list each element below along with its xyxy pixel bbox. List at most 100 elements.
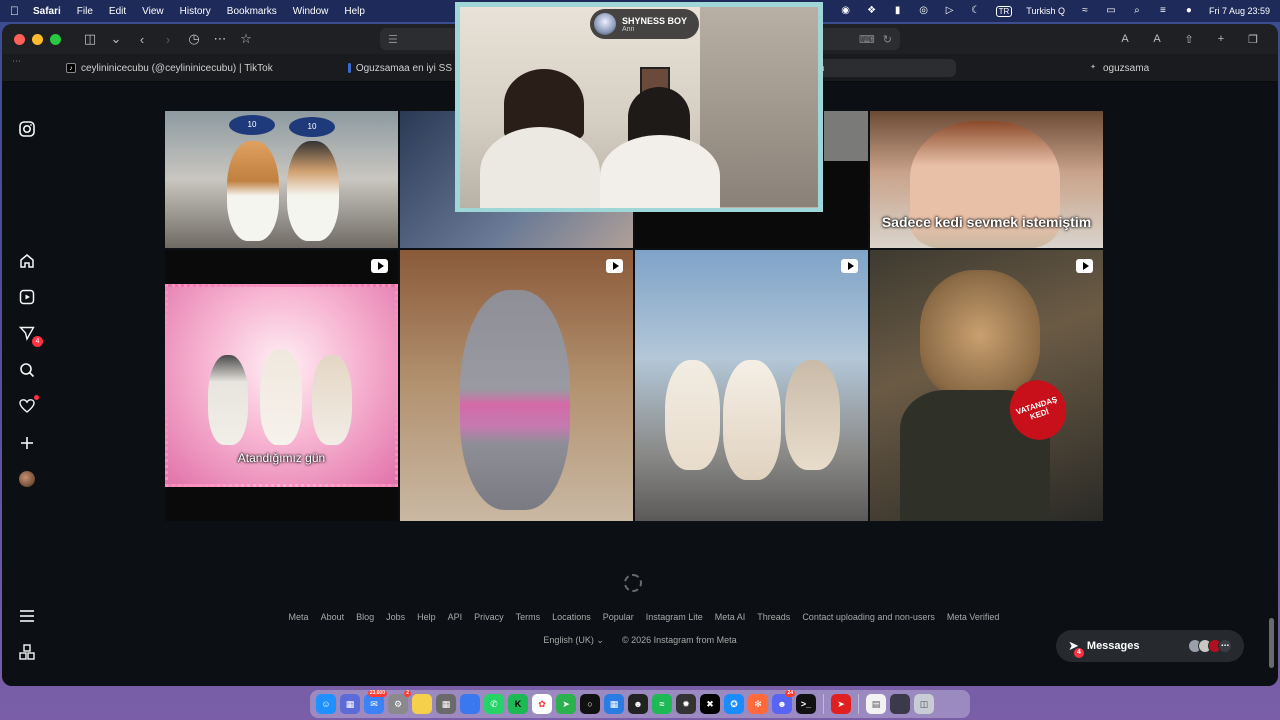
post-tile[interactable]: 10 10 (165, 111, 398, 248)
chevron-down-icon[interactable]: ⌄ (103, 28, 129, 50)
tab-oguzsamaa[interactable]: Oguzsamaa en iyi SS (340, 59, 460, 77)
capcut-icon[interactable]: ✖ (700, 694, 720, 714)
scrollbar[interactable] (1269, 618, 1274, 668)
footer-link[interactable]: Threads (757, 612, 790, 622)
status-lock-icon[interactable]: ▮ (892, 6, 904, 16)
footer-link[interactable]: Meta Verified (947, 612, 1000, 622)
menu-help[interactable]: Help (344, 6, 365, 17)
battery-icon[interactable]: ▭ (1105, 6, 1117, 16)
profile-avatar[interactable] (17, 469, 37, 489)
messages-bar[interactable]: ➤ 4 Messages ⋯ (1056, 630, 1244, 662)
app-icon[interactable]: ➤ (831, 694, 851, 714)
menu-history[interactable]: History (180, 6, 211, 17)
footer-link[interactable]: API (448, 612, 463, 622)
footer-link[interactable]: Contact uploading and non-users (802, 612, 935, 622)
app-icon[interactable] (460, 694, 480, 714)
app-icon[interactable]: ✻ (748, 694, 768, 714)
sidebar-toggle-icon[interactable]: ◫ (77, 28, 103, 50)
status-app-icon[interactable]: ❖ (866, 6, 878, 16)
footer-link[interactable]: Privacy (474, 612, 504, 622)
home-icon[interactable] (17, 251, 37, 271)
post-tile[interactable]: Atandığımız gün (165, 250, 398, 521)
footer-link[interactable]: Popular (603, 612, 634, 622)
input-source-badge[interactable]: TR (995, 5, 1013, 17)
footer-link[interactable]: Meta (289, 612, 309, 622)
obs-icon[interactable]: ○ (580, 694, 600, 714)
tab-overview-icon[interactable]: ❐ (1240, 28, 1266, 50)
notes-icon[interactable] (412, 694, 432, 714)
instagram-logo-icon[interactable] (17, 119, 37, 139)
new-tab-icon[interactable]: + (1208, 28, 1234, 50)
settings-icon[interactable]: ⚙ 2 (388, 690, 411, 714)
footer-link[interactable]: Meta AI (715, 612, 746, 622)
messages-nav-icon[interactable]: 4 (17, 323, 43, 347)
apple-menu-icon[interactable]:  (10, 4, 19, 18)
search-icon[interactable]: ⌕ (1131, 6, 1143, 16)
footer-link[interactable]: Jobs (386, 612, 405, 622)
create-plus-icon[interactable] (17, 433, 37, 453)
terminal-icon[interactable]: >_ (796, 694, 816, 714)
airdrop-icon[interactable]: ◎ (918, 6, 930, 16)
heart-notifications-icon[interactable] (17, 395, 39, 416)
trash-icon[interactable]: ◫ (914, 694, 934, 714)
post-tile[interactable]: VATANDAŞ KEDİ (870, 250, 1103, 521)
downloads-icon[interactable] (890, 694, 910, 714)
tab-oguzsama[interactable]: ✦ oguzsama (1080, 59, 1260, 77)
share-icon[interactable]: ⇧ (1176, 28, 1202, 50)
calculator-icon[interactable]: ▦ (436, 694, 456, 714)
search-nav-icon[interactable] (17, 360, 37, 380)
finder-icon[interactable]: ☺ (316, 694, 336, 714)
grid-icon[interactable]: ⋯ (207, 28, 233, 50)
menu-view[interactable]: View (142, 6, 164, 17)
back-button[interactable]: ‹ (129, 28, 155, 50)
app-icon[interactable]: ☻ (628, 694, 648, 714)
mail-icon[interactable]: ✉ 23,600 (364, 690, 387, 714)
chatgpt-icon[interactable]: ✹ (676, 694, 696, 714)
menu-app-name[interactable]: Safari (33, 6, 61, 17)
status-record-icon[interactable]: ◉ (840, 6, 852, 16)
minimize-window-button[interactable] (32, 33, 43, 45)
footer-link[interactable]: Instagram Lite (646, 612, 703, 622)
moon-icon[interactable]: ☾ (970, 6, 982, 16)
reels-icon[interactable] (17, 287, 37, 307)
tab-instagram[interactable]: m (808, 59, 956, 77)
wifi-icon[interactable]: ≈ (1079, 6, 1091, 16)
post-tile[interactable] (635, 250, 868, 521)
forward-button[interactable]: › (155, 28, 181, 50)
language-select[interactable]: English (UK) ⌄ (543, 635, 604, 646)
menu-edit[interactable]: Edit (109, 6, 126, 17)
tab-tiktok[interactable]: ♪ ceylininicecubu (@ceylininicecubu) | T… (58, 59, 328, 77)
post-tile[interactable] (400, 250, 633, 521)
footer-link[interactable]: About (321, 612, 345, 622)
whatsapp-icon[interactable]: ✆ (484, 694, 504, 714)
kick-icon[interactable]: K (508, 694, 528, 714)
footer-link[interactable]: Locations (552, 612, 591, 622)
history-icon[interactable]: ◷ (181, 28, 207, 50)
control-center-icon[interactable]: ≡ (1157, 6, 1169, 16)
menubar-clock[interactable]: Fri 7 Aug 23:59 (1209, 6, 1270, 16)
text-larger-button[interactable]: A (1144, 28, 1170, 50)
text-smaller-button[interactable]: A (1112, 28, 1138, 50)
siri-icon[interactable]: ● (1183, 6, 1195, 16)
bookmark-star-icon[interactable]: ☆ (233, 28, 259, 50)
menu-window[interactable]: Window (293, 6, 329, 17)
menu-bookmarks[interactable]: Bookmarks (227, 6, 277, 17)
app-icon[interactable]: ➤ (556, 694, 576, 714)
translate-icon[interactable]: ⌨ (859, 33, 875, 46)
discord-icon[interactable]: ☻ 24 (772, 690, 795, 714)
document-icon[interactable]: ▤ (866, 694, 886, 714)
post-tile[interactable]: Sadece kedi sevmek istemiştim (870, 111, 1103, 248)
safari-icon[interactable]: ✪ (724, 694, 744, 714)
zoom-window-button[interactable] (50, 33, 61, 45)
photos-icon[interactable]: ✿ (532, 694, 552, 714)
launchpad-icon[interactable]: ▦ (340, 694, 360, 714)
close-window-button[interactable] (14, 33, 25, 45)
input-source-label[interactable]: Turkish Q (1026, 6, 1065, 16)
menu-file[interactable]: File (77, 6, 93, 17)
footer-link[interactable]: Blog (356, 612, 374, 622)
reload-icon[interactable]: ↻ (883, 33, 892, 46)
footer-link[interactable]: Help (417, 612, 436, 622)
bookmarks-more-icon[interactable]: ⋯ (12, 56, 21, 67)
windows-app-icon[interactable]: ▦ (604, 694, 624, 714)
footer-link[interactable]: Terms (516, 612, 541, 622)
